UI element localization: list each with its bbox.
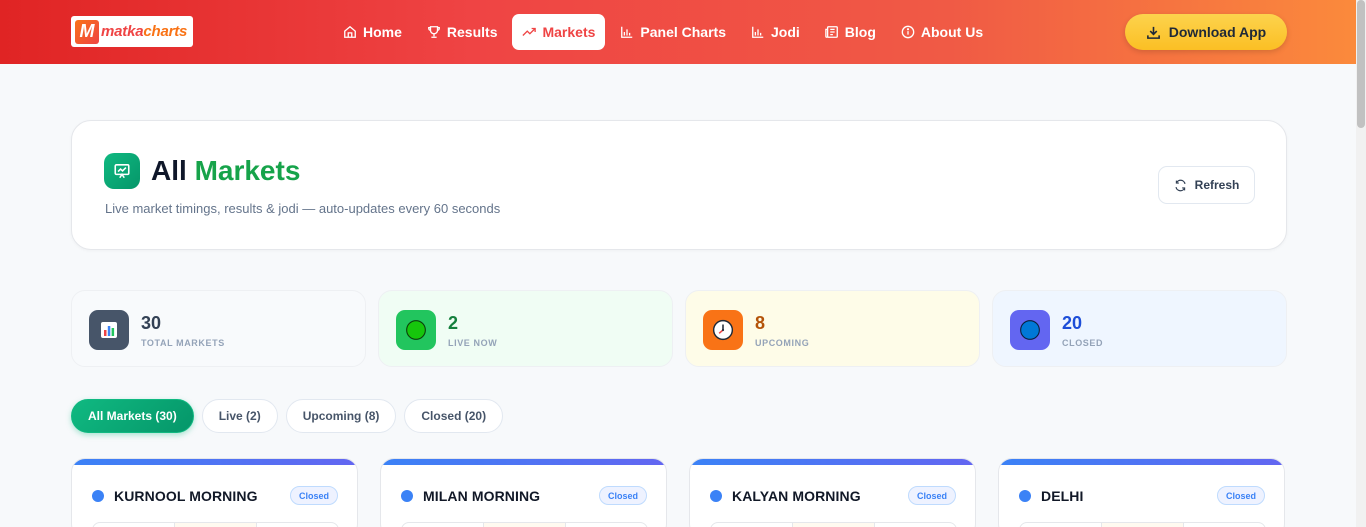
stat-value: 8 bbox=[755, 313, 766, 333]
bar-chart-icon bbox=[620, 25, 634, 39]
site-logo[interactable]: M matkacharts bbox=[71, 16, 193, 47]
nav-item-results[interactable]: Results bbox=[417, 14, 508, 50]
info-icon bbox=[901, 25, 915, 39]
refresh-icon bbox=[1174, 179, 1187, 192]
market-card[interactable]: MILAN MORNING Closed bbox=[380, 458, 667, 527]
market-name: KURNOOL MORNING bbox=[114, 488, 258, 504]
status-dot-icon bbox=[1019, 490, 1031, 502]
stat-card-total-markets: 30 TOTAL MARKETS bbox=[71, 290, 366, 367]
market-card[interactable]: DELHI Closed bbox=[998, 458, 1285, 527]
refresh-button[interactable]: Refresh bbox=[1158, 166, 1255, 204]
page-scrollbar[interactable] bbox=[1356, 0, 1366, 527]
tab-live[interactable]: Live (2) bbox=[201, 399, 278, 433]
top-navbar: M matkacharts Home Results Markets Panel… bbox=[0, 0, 1356, 64]
download-app-label: Download App bbox=[1168, 24, 1267, 40]
page-header-card: All Markets Live market timings, results… bbox=[71, 120, 1287, 250]
refresh-label: Refresh bbox=[1194, 178, 1240, 192]
stat-card-live-now: 2 LIVE NOW bbox=[378, 290, 673, 367]
download-app-button[interactable]: Download App bbox=[1125, 14, 1287, 50]
market-result-row bbox=[710, 522, 957, 527]
nav-item-label: Jodi bbox=[771, 24, 800, 40]
market-result-row bbox=[401, 522, 648, 527]
status-dot-icon bbox=[710, 490, 722, 502]
status-dot-icon bbox=[401, 490, 413, 502]
page-title: All Markets bbox=[151, 155, 301, 186]
logo-text: matkacharts bbox=[101, 23, 188, 40]
market-name: KALYAN MORNING bbox=[732, 488, 861, 504]
card-accent-bar bbox=[381, 459, 666, 465]
download-icon bbox=[1146, 25, 1161, 40]
trophy-icon bbox=[427, 25, 441, 39]
nav-item-home[interactable]: Home bbox=[333, 14, 412, 50]
scrollbar-thumb[interactable] bbox=[1357, 0, 1365, 128]
trending-up-icon bbox=[522, 25, 537, 39]
stat-label: UPCOMING bbox=[755, 338, 810, 348]
nav-item-label: Blog bbox=[844, 24, 876, 40]
tab-all-markets[interactable]: All Markets (30) bbox=[71, 399, 194, 433]
nav-menu: Home Results Markets Panel Charts Jodi B… bbox=[333, 14, 998, 50]
blue-circle-icon bbox=[1010, 310, 1050, 350]
market-result-row bbox=[92, 522, 339, 527]
nav-item-about-us[interactable]: About Us bbox=[891, 14, 993, 50]
stat-label: CLOSED bbox=[1062, 338, 1104, 348]
card-accent-bar bbox=[72, 459, 357, 465]
nav-item-label: Markets bbox=[542, 24, 596, 40]
tab-closed[interactable]: Closed (20) bbox=[404, 399, 504, 433]
market-filter-tabs: All Markets (30) Live (2) Upcoming (8) C… bbox=[71, 399, 511, 433]
market-card[interactable]: KURNOOL MORNING Closed bbox=[71, 458, 358, 527]
card-accent-bar bbox=[690, 459, 975, 465]
market-result-row bbox=[1019, 522, 1266, 527]
home-icon bbox=[343, 25, 357, 39]
nav-item-panel-charts[interactable]: Panel Charts bbox=[610, 14, 736, 50]
nav-item-markets[interactable]: Markets bbox=[512, 14, 606, 50]
status-badge: Closed bbox=[598, 486, 647, 505]
chart-icon bbox=[89, 310, 129, 350]
market-name: MILAN MORNING bbox=[423, 488, 541, 504]
status-badge: Closed bbox=[1216, 486, 1265, 505]
market-card[interactable]: KALYAN MORNING Closed bbox=[689, 458, 976, 527]
nav-item-label: About Us bbox=[920, 24, 984, 40]
newspaper-icon bbox=[825, 25, 839, 39]
nav-item-label: Home bbox=[363, 24, 402, 40]
stat-value: 30 bbox=[141, 313, 162, 333]
market-name: DELHI bbox=[1041, 488, 1084, 504]
card-accent-bar bbox=[999, 459, 1284, 465]
stat-card-closed: 20 CLOSED bbox=[992, 290, 1287, 367]
stat-label: TOTAL MARKETS bbox=[141, 338, 225, 348]
stat-label: LIVE NOW bbox=[448, 338, 498, 348]
status-badge: Closed bbox=[907, 486, 956, 505]
green-circle-icon bbox=[396, 310, 436, 350]
bar-chart-icon bbox=[751, 25, 765, 39]
stat-value: 20 bbox=[1062, 313, 1083, 333]
nav-item-label: Panel Charts bbox=[640, 24, 726, 40]
nav-item-blog[interactable]: Blog bbox=[815, 14, 886, 50]
stat-card-upcoming: 8 UPCOMING bbox=[685, 290, 980, 367]
clock-icon bbox=[703, 310, 743, 350]
status-badge: Closed bbox=[289, 486, 338, 505]
tab-upcoming[interactable]: Upcoming (8) bbox=[285, 399, 397, 433]
nav-item-jodi[interactable]: Jodi bbox=[741, 14, 810, 50]
logo-mark-icon: M bbox=[75, 19, 99, 44]
page-subtitle: Live market timings, results & jodi — au… bbox=[105, 201, 501, 216]
nav-item-label: Results bbox=[446, 24, 498, 40]
presentation-chart-icon bbox=[104, 153, 140, 189]
stat-value: 2 bbox=[448, 313, 459, 333]
status-dot-icon bbox=[92, 490, 104, 502]
